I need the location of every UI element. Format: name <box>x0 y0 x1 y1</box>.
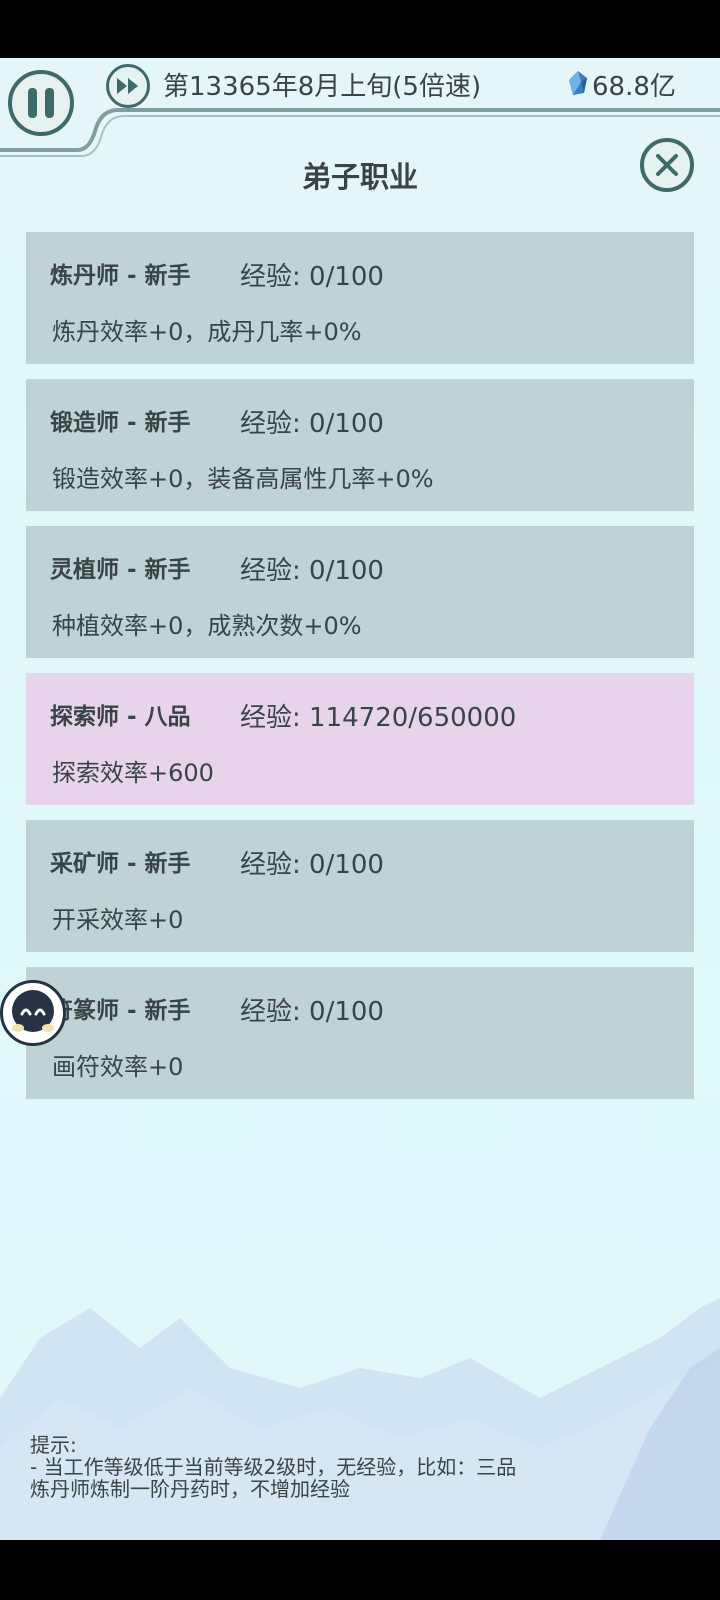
profession-card-miner[interactable]: 采矿师 - 新手 经验: 0/100 开采效率+0 <box>26 820 694 952</box>
profession-name: 采矿师 - 新手 <box>50 851 191 877</box>
profession-exp: 经验: 0/100 <box>240 850 384 880</box>
profession-name: 探索师 - 八品 <box>50 704 191 730</box>
profession-card-explorer[interactable]: 探索师 - 八品 经验: 114720/650000 探索效率+600 <box>26 673 694 805</box>
profession-name: 炼丹师 - 新手 <box>50 263 191 289</box>
profession-card-herbalist[interactable]: 灵植师 - 新手 经验: 0/100 种植效率+0，成熟次数+0% <box>26 526 694 658</box>
profession-desc: 画符效率+0 <box>52 1053 184 1081</box>
close-button[interactable] <box>640 138 694 192</box>
profession-card-blacksmith[interactable]: 锻造师 - 新手 经验: 0/100 锻造效率+0，装备高属性几率+0% <box>26 379 694 511</box>
close-icon <box>656 154 678 176</box>
fast-forward-icon <box>117 78 138 94</box>
profession-name: 灵植师 - 新手 <box>50 557 191 583</box>
profession-card-talisman[interactable]: 符篆师 - 新手 经验: 0/100 画符效率+0 <box>26 967 694 1099</box>
panel-title: 弟子职业 <box>301 160 418 194</box>
mascot-icon <box>12 990 54 1032</box>
profession-desc: 锻造效率+0，装备高属性几率+0% <box>52 465 434 493</box>
profession-name: 锻造师 - 新手 <box>50 410 191 436</box>
tips-line: - 当工作等级低于当前等级2级时，无经验，比如：三品 <box>30 1455 517 1479</box>
profession-exp: 经验: 0/100 <box>240 262 384 292</box>
game-date: 第13365年8月上旬(5倍速) <box>163 72 482 102</box>
profession-exp: 经验: 114720/650000 <box>240 703 517 733</box>
profession-exp: 经验: 0/100 <box>240 997 384 1027</box>
tips-line: 炼丹师炼制一阶丹药时，不增加经验 <box>30 1477 350 1501</box>
tips-heading: 提示: <box>30 1433 77 1457</box>
pause-button[interactable] <box>8 70 74 136</box>
profession-name: 符篆师 - 新手 <box>50 998 191 1024</box>
tips-box: 提示: - 当工作等级低于当前等级2级时，无经验，比如：三品 炼丹师炼制一阶丹药… <box>30 1434 516 1500</box>
profession-exp: 经验: 0/100 <box>240 556 384 586</box>
top-bar: 第13365年8月上旬(5倍速) 68.8亿 <box>0 58 720 158</box>
fast-forward-button[interactable] <box>106 64 150 108</box>
game-screen: 第13365年8月上旬(5倍速) 68.8亿 弟子职业 炼丹师 - 新手 经验:… <box>0 58 720 1540</box>
profession-desc: 探索效率+600 <box>52 759 214 787</box>
profession-card-alchemist[interactable]: 炼丹师 - 新手 经验: 0/100 炼丹效率+0，成丹几率+0% <box>26 232 694 364</box>
assistant-avatar[interactable] <box>0 980 66 1046</box>
pause-icon <box>28 88 37 118</box>
spirit-stone-icon <box>569 71 587 95</box>
spirit-stone-count: 68.8亿 <box>592 72 676 102</box>
profession-exp: 经验: 0/100 <box>240 409 384 439</box>
profession-desc: 炼丹效率+0，成丹几率+0% <box>52 318 362 346</box>
profession-desc: 种植效率+0，成熟次数+0% <box>52 612 362 640</box>
profession-desc: 开采效率+0 <box>52 906 184 934</box>
